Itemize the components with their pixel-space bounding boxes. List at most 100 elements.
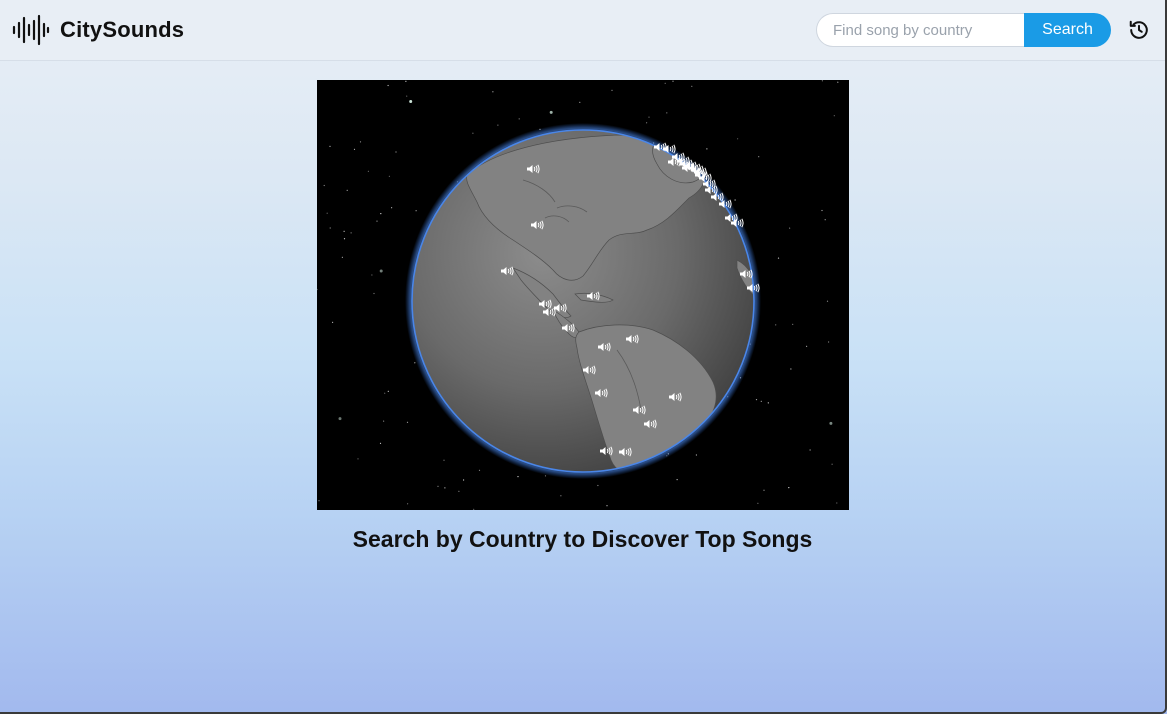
star xyxy=(317,288,318,291)
star xyxy=(691,85,693,87)
star xyxy=(826,300,829,302)
star xyxy=(806,345,808,347)
star xyxy=(549,110,553,114)
star xyxy=(387,84,389,87)
star xyxy=(597,484,599,487)
star xyxy=(824,219,826,221)
star xyxy=(664,82,666,84)
star xyxy=(437,485,439,487)
app-name: CitySounds xyxy=(60,17,185,42)
star xyxy=(353,148,356,150)
star xyxy=(359,141,362,143)
star xyxy=(737,138,739,140)
star xyxy=(831,463,833,465)
star xyxy=(379,269,383,273)
star xyxy=(357,458,359,460)
country-search-form: Search xyxy=(816,13,1111,47)
star xyxy=(757,502,759,504)
globe-viewer[interactable] xyxy=(317,80,849,510)
star xyxy=(821,209,823,212)
star xyxy=(666,112,668,114)
star xyxy=(755,399,758,401)
soundwave-logo-icon xyxy=(12,14,50,46)
star xyxy=(544,475,547,477)
star xyxy=(676,479,678,481)
star xyxy=(788,487,790,489)
star xyxy=(828,341,830,343)
star xyxy=(648,116,650,118)
star xyxy=(792,323,794,325)
star xyxy=(329,227,331,229)
star xyxy=(837,81,839,83)
star xyxy=(384,392,386,394)
star xyxy=(775,324,777,326)
star xyxy=(391,207,393,209)
star xyxy=(517,476,519,478)
star xyxy=(367,170,369,172)
star xyxy=(415,210,417,212)
star xyxy=(323,184,325,187)
star xyxy=(407,503,409,505)
app-logo[interactable]: CitySounds xyxy=(12,14,184,46)
star xyxy=(376,220,378,222)
star xyxy=(405,80,407,82)
star xyxy=(821,80,823,82)
star xyxy=(836,502,838,504)
star xyxy=(760,400,762,402)
star xyxy=(478,469,481,471)
star xyxy=(371,274,373,276)
star xyxy=(473,508,475,510)
star xyxy=(383,420,385,422)
star xyxy=(497,124,499,126)
star xyxy=(444,487,446,489)
star xyxy=(767,402,769,404)
history-button[interactable] xyxy=(1128,19,1150,41)
star xyxy=(809,449,811,451)
star xyxy=(672,80,674,82)
star xyxy=(706,148,708,150)
star xyxy=(646,122,648,124)
star xyxy=(341,256,343,258)
star xyxy=(443,459,445,461)
star xyxy=(318,500,320,502)
star xyxy=(332,321,334,323)
search-button[interactable]: Search xyxy=(1024,13,1111,47)
star xyxy=(695,454,697,456)
star xyxy=(387,390,389,392)
interactive-globe[interactable] xyxy=(317,80,849,510)
star xyxy=(406,95,408,97)
star xyxy=(606,505,608,507)
country-search-input[interactable] xyxy=(816,13,1024,47)
star xyxy=(409,100,413,103)
star xyxy=(790,368,792,370)
star xyxy=(763,489,765,491)
star xyxy=(329,145,331,147)
star xyxy=(492,91,494,93)
star xyxy=(829,421,833,425)
star xyxy=(346,189,348,191)
star xyxy=(343,238,346,240)
star xyxy=(611,89,613,91)
star xyxy=(338,417,342,421)
star xyxy=(579,101,581,103)
star xyxy=(350,232,352,234)
star xyxy=(833,115,835,117)
star xyxy=(458,490,460,492)
top-navbar: CitySounds Search xyxy=(0,0,1165,61)
page-tagline: Search by Country to Discover Top Songs xyxy=(352,526,813,552)
star xyxy=(326,212,328,214)
star xyxy=(395,151,397,153)
star xyxy=(379,442,382,444)
star xyxy=(758,156,760,158)
star xyxy=(472,132,474,134)
star xyxy=(560,495,562,497)
star xyxy=(789,227,791,229)
star xyxy=(414,362,416,364)
star xyxy=(380,213,382,215)
star xyxy=(518,118,520,120)
star xyxy=(734,199,736,201)
history-icon xyxy=(1129,20,1148,39)
star xyxy=(343,230,345,232)
star xyxy=(406,421,409,423)
star xyxy=(373,292,375,295)
